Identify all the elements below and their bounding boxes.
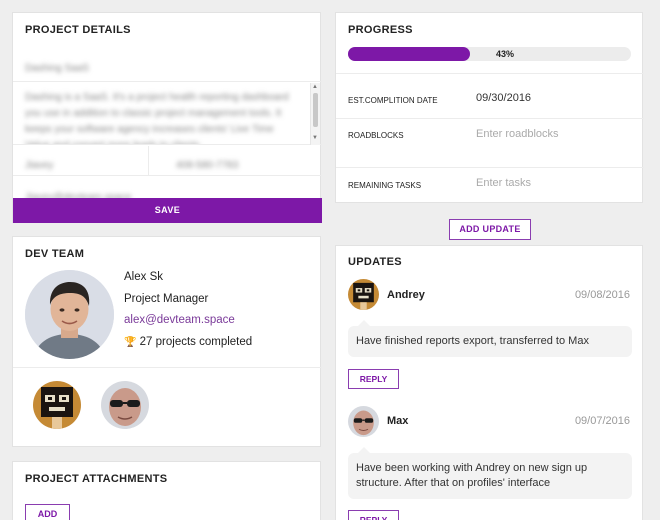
- client-value: Jiavey: [25, 160, 54, 171]
- update-author-name: Max: [387, 415, 409, 427]
- update-author-name: Andrey: [387, 289, 425, 301]
- trophy-icon: 🏆: [124, 336, 137, 348]
- member-avatar[interactable]: [25, 270, 114, 359]
- phone-value: 408-580-7783: [176, 160, 239, 171]
- update-date: 09/07/2016: [574, 415, 630, 427]
- roadblocks-label: ROADBLOCKS: [348, 131, 404, 140]
- remaining-tasks-input[interactable]: Enter tasks: [476, 177, 531, 189]
- remaining-tasks-row: REMAINING TASKS Enter tasks: [336, 167, 644, 204]
- completion-date-row: EST.COMPLITION DATE 09/30/2016: [336, 73, 644, 118]
- progress-card: PROGRESS 43% EST.COMPLITION DATE 09/30/2…: [335, 12, 644, 204]
- project-description-value: Dashing is a SaaS. It's a project health…: [25, 92, 289, 144]
- client-contact-row: Jiavey 408-580-7783: [13, 146, 322, 176]
- update-date: 09/08/2016: [574, 289, 630, 301]
- divider: [148, 146, 149, 176]
- add-update-button[interactable]: ADD UPDATE: [449, 219, 531, 240]
- scroll-up-icon[interactable]: ▲: [312, 84, 318, 90]
- divider: [13, 367, 322, 368]
- update-author-avatar-andrey: [348, 279, 379, 310]
- update-message: Have been working with Andrey on new sig…: [348, 447, 632, 499]
- member-role: Project Manager: [124, 292, 209, 305]
- add-attachment-button[interactable]: ADD: [25, 504, 70, 520]
- reply-button[interactable]: REPLY: [348, 369, 399, 389]
- updates-title: UPDATES: [348, 256, 402, 268]
- member-info: Alex Sk Project Manager alex@devteam.spa…: [124, 271, 252, 357]
- completion-date-label: EST.COMPLITION DATE: [348, 96, 438, 105]
- project-details-title: PROJECT DETAILS: [25, 24, 131, 36]
- scroll-down-icon[interactable]: ▼: [312, 135, 318, 141]
- dev-team-card: DEV TEAM Alex Sk Project Manager alex@de…: [12, 236, 322, 447]
- project-description-field[interactable]: Dashing is a SaaS. It's a project health…: [13, 83, 322, 145]
- team-member-avatar-max[interactable]: [101, 381, 149, 429]
- roadblocks-row: ROADBLOCKS Enter roadblocks: [336, 118, 644, 167]
- progress-percent-label: 43%: [496, 49, 515, 59]
- remaining-tasks-label: REMAINING TASKS: [348, 181, 422, 190]
- member-projects-count: 27 projects completed: [139, 335, 253, 348]
- project-name-value: Dashing SaaS: [25, 63, 89, 74]
- update-message: Have finished reports export, transferre…: [348, 320, 632, 357]
- scrollbar-thumb[interactable]: [313, 93, 318, 127]
- completion-date-input[interactable]: 09/30/2016: [476, 92, 531, 104]
- progress-bar-fill: [348, 47, 470, 61]
- phone-field[interactable]: 408-580-7783: [176, 155, 238, 173]
- dev-team-title: DEV TEAM: [25, 248, 85, 260]
- update-author-avatar-max: [348, 406, 379, 437]
- reply-button[interactable]: REPLY: [348, 510, 399, 520]
- project-details-card: PROJECT DETAILS Dashing SaaS Dashing is …: [12, 12, 322, 223]
- client-field[interactable]: Jiavey: [25, 155, 143, 173]
- project-attachments-card: PROJECT ATTACHMENTS ADD: [12, 461, 321, 520]
- team-member-avatar-andrey[interactable]: [33, 381, 81, 429]
- progress-bar: 43%: [348, 47, 631, 61]
- roadblocks-input[interactable]: Enter roadblocks: [476, 128, 559, 140]
- project-attachments-title: PROJECT ATTACHMENTS: [25, 473, 168, 485]
- member-email-link[interactable]: alex@devteam.space: [124, 314, 252, 336]
- save-button[interactable]: SAVE: [13, 198, 322, 223]
- updates-card: UPDATES Andrey 09/08/2016 Have finished …: [335, 245, 643, 520]
- progress-title: PROGRESS: [348, 24, 413, 36]
- description-scrollbar[interactable]: ▲ ▼: [310, 83, 320, 145]
- member-name: Alex Sk: [124, 271, 163, 283]
- project-name-field[interactable]: Dashing SaaS: [13, 49, 322, 82]
